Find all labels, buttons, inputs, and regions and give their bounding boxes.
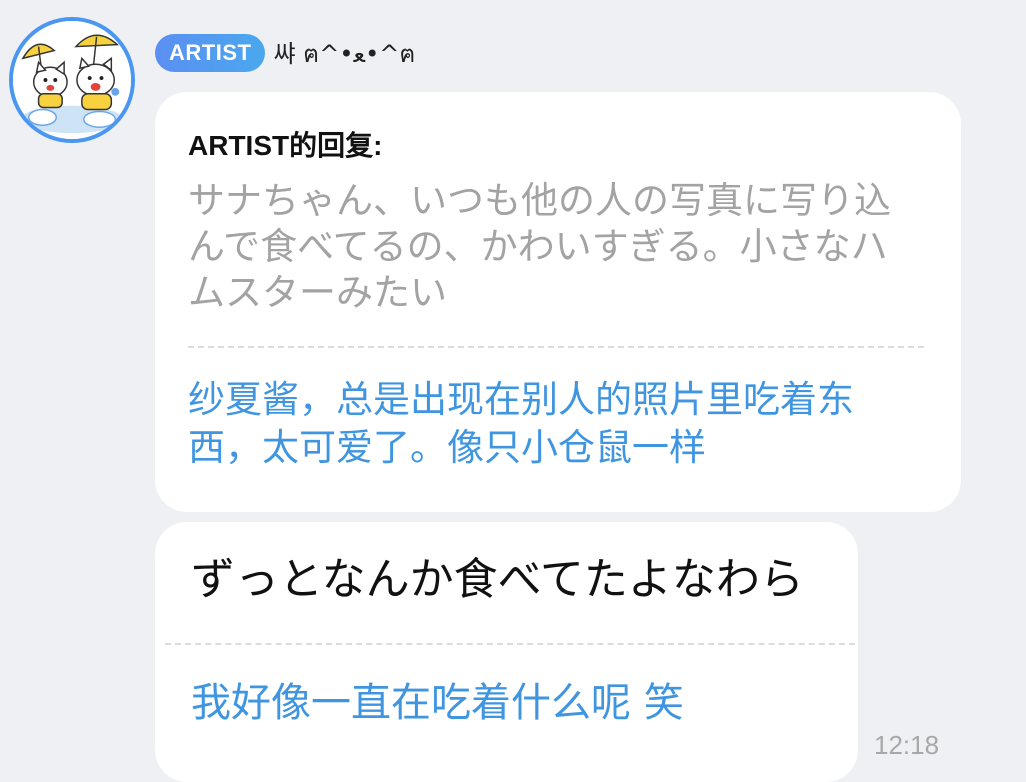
message-header: ARTIST 쌰 ฅ^•ﻌ•^ฅ xyxy=(155,33,415,73)
reply-title: ARTIST的回复: xyxy=(188,130,383,161)
user-avatar[interactable] xyxy=(9,17,135,143)
translation-divider xyxy=(165,643,855,645)
message-text: ずっとなんか食べてたよなわら xyxy=(191,554,804,605)
message-bubble[interactable]: ずっとなんか食べてたよなわら 我好像一直在吃着什么呢 笑 xyxy=(155,522,858,782)
username[interactable]: 쌰 ฅ^•ﻌ•^ฅ xyxy=(273,34,415,73)
reply-bubble[interactable]: ARTIST的回复: サナちゃん、いつも他の人の写真に写り込んで食べてるの、かわ… xyxy=(155,92,961,512)
artist-badge: ARTIST xyxy=(155,34,266,72)
quoted-message: サナちゃん、いつも他の人の写真に写り込んで食べてるの、かわいすぎる。小さなハムス… xyxy=(188,179,891,314)
reply-translation: 纱夏酱，总是出现在别人的照片里吃着东西，太可爱了。像只小仓鼠一样 xyxy=(188,378,854,469)
translation-divider xyxy=(188,346,924,348)
message-timestamp: 12:18 xyxy=(874,730,940,760)
cartoon-avatar-icon xyxy=(13,21,131,139)
message-translation: 我好像一直在吃着什么呢 笑 xyxy=(191,680,684,726)
